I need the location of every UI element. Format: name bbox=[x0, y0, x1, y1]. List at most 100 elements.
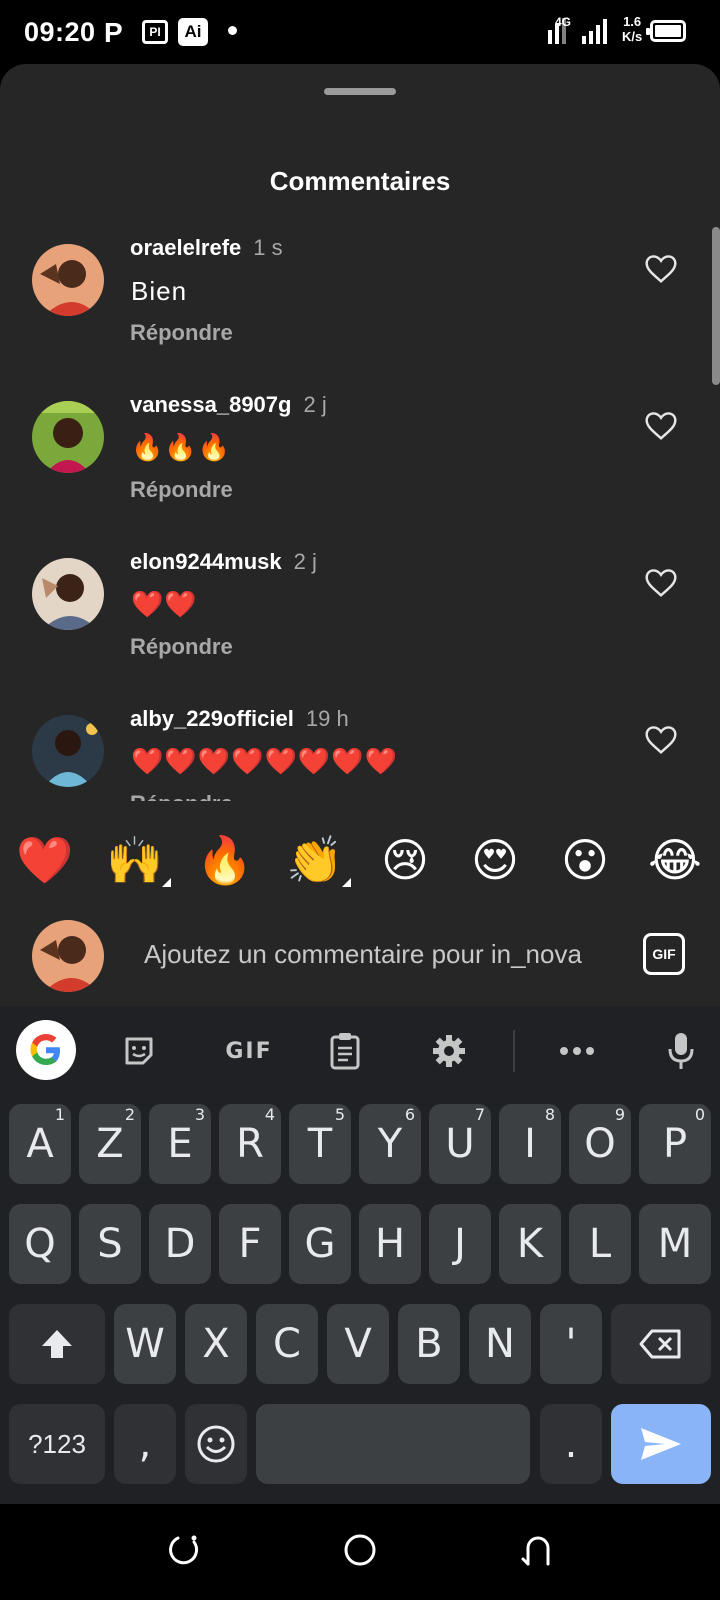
comment-text: ❤️❤️❤️❤️❤️❤️❤️❤️ bbox=[131, 747, 398, 777]
keyboard: GIF A1 Z2 E3 R4 T5 Y6 U7 I8 O9 P0 Q S D … bbox=[0, 1006, 720, 1504]
status-time: 09:20 bbox=[24, 17, 96, 47]
comment-input[interactable] bbox=[144, 932, 614, 976]
key-e[interactable]: E3 bbox=[149, 1104, 211, 1184]
reply-button[interactable]: Répondre bbox=[130, 634, 233, 660]
reply-button[interactable]: Répondre bbox=[130, 320, 233, 346]
settings-gear-icon[interactable] bbox=[422, 1024, 476, 1078]
key-o[interactable]: O9 bbox=[569, 1104, 631, 1184]
quick-reactions-bar: ❤️ 🙌 🔥 👏 😢 😍 😮 😂 bbox=[0, 808, 720, 892]
comment-username[interactable]: alby_229officiel 19 h bbox=[130, 706, 349, 732]
smiley-icon bbox=[197, 1425, 235, 1463]
key-apostrophe[interactable]: ' bbox=[540, 1304, 602, 1384]
like-heart-icon[interactable] bbox=[644, 725, 678, 755]
reaction-heart-eyes-emoji[interactable]: 😍 bbox=[463, 828, 527, 892]
home-circle-icon[interactable] bbox=[342, 1532, 378, 1568]
avatar[interactable] bbox=[32, 715, 104, 787]
key-z[interactable]: Z2 bbox=[79, 1104, 141, 1184]
key-a[interactable]: A1 bbox=[9, 1104, 71, 1184]
sheet-drag-handle[interactable] bbox=[324, 88, 396, 95]
key-f[interactable]: F bbox=[219, 1204, 281, 1284]
key-w[interactable]: W bbox=[114, 1304, 176, 1384]
back-icon[interactable] bbox=[520, 1532, 556, 1568]
key-h[interactable]: H bbox=[359, 1204, 421, 1284]
like-heart-icon[interactable] bbox=[644, 411, 678, 441]
backspace-icon bbox=[639, 1329, 681, 1359]
avatar[interactable] bbox=[32, 244, 104, 316]
comment-time: 2 j bbox=[293, 549, 317, 574]
comment-time: 19 h bbox=[305, 706, 349, 731]
ai-app-icon: Ai bbox=[178, 18, 208, 46]
comment-text: Bien bbox=[131, 276, 188, 306]
microphone-icon[interactable] bbox=[654, 1024, 708, 1078]
comment-item: vanessa_8907g 2 j 🔥🔥🔥 Répondre bbox=[0, 383, 720, 543]
key-b[interactable]: B bbox=[398, 1304, 460, 1384]
symbols-key[interactable]: ?123 bbox=[9, 1404, 105, 1484]
reaction-fire-emoji[interactable]: 🔥 bbox=[193, 828, 257, 892]
key-r[interactable]: R4 bbox=[219, 1104, 281, 1184]
key-j[interactable]: J bbox=[429, 1204, 491, 1284]
key-y[interactable]: Y6 bbox=[359, 1104, 421, 1184]
reaction-clapping-emoji[interactable]: 👏 bbox=[283, 828, 347, 892]
keyboard-toolbar: GIF bbox=[0, 1006, 720, 1098]
google-search-button[interactable] bbox=[16, 1020, 76, 1080]
key-s[interactable]: S bbox=[79, 1204, 141, 1284]
key-t[interactable]: T5 bbox=[289, 1104, 351, 1184]
comments-list[interactable]: oraelelrefe 1 s Bien Répondre vanessa_890… bbox=[0, 226, 720, 801]
avatar[interactable] bbox=[32, 558, 104, 630]
key-c[interactable]: C bbox=[256, 1304, 318, 1384]
key-g[interactable]: G bbox=[289, 1204, 351, 1284]
reaction-laughing-emoji[interactable]: 😂 bbox=[643, 828, 707, 892]
like-heart-icon[interactable] bbox=[644, 568, 678, 598]
comment-time: 1 s bbox=[253, 235, 283, 260]
key-m[interactable]: M bbox=[639, 1204, 711, 1284]
key-i[interactable]: I8 bbox=[499, 1104, 561, 1184]
reply-button[interactable]: Répondre bbox=[130, 791, 233, 801]
key-d[interactable]: D bbox=[149, 1204, 211, 1284]
comment-time: 2 j bbox=[303, 392, 327, 417]
like-heart-icon[interactable] bbox=[644, 254, 678, 284]
emoji-key[interactable] bbox=[185, 1404, 247, 1484]
skin-tone-indicator-icon bbox=[342, 878, 351, 887]
avatar[interactable] bbox=[32, 401, 104, 473]
comment-username[interactable]: oraelelrefe 1 s bbox=[130, 235, 283, 261]
key-u[interactable]: U7 bbox=[429, 1104, 491, 1184]
sticker-icon[interactable] bbox=[112, 1024, 166, 1078]
comment-username[interactable]: elon9244musk 2 j bbox=[130, 549, 317, 575]
spacebar-key[interactable] bbox=[256, 1404, 530, 1484]
key-p[interactable]: P0 bbox=[639, 1104, 711, 1184]
send-arrow-icon bbox=[641, 1428, 681, 1460]
more-options-icon[interactable] bbox=[550, 1024, 604, 1078]
clipboard-icon[interactable] bbox=[318, 1024, 372, 1078]
key-l[interactable]: L bbox=[569, 1204, 631, 1284]
recent-apps-icon[interactable] bbox=[166, 1532, 202, 1568]
signal-strength-icon bbox=[582, 18, 607, 44]
keyboard-gif-button[interactable]: GIF bbox=[214, 1024, 284, 1078]
key-k[interactable]: K bbox=[499, 1204, 561, 1284]
skin-tone-indicator-icon bbox=[162, 878, 171, 887]
reaction-heart-emoji[interactable]: ❤️ bbox=[13, 828, 77, 892]
parking-app-icon: P bbox=[104, 17, 123, 48]
send-key[interactable] bbox=[611, 1404, 711, 1484]
network-speed: 1.6 K/s bbox=[622, 14, 643, 44]
period-key[interactable]: . bbox=[540, 1404, 602, 1484]
battery-icon bbox=[646, 20, 686, 42]
comment-composer: GIF bbox=[0, 912, 720, 1006]
shift-arrow-icon bbox=[42, 1330, 72, 1358]
key-v[interactable]: V bbox=[327, 1304, 389, 1384]
reaction-raised-hands-emoji[interactable]: 🙌 bbox=[103, 828, 167, 892]
signal-4g-icon bbox=[548, 18, 566, 44]
reply-button[interactable]: Répondre bbox=[130, 477, 233, 503]
comment-item: alby_229officiel19 h ❤️❤️❤️❤️❤️❤️❤️❤️ Ré… bbox=[0, 697, 720, 801]
avatar bbox=[32, 920, 104, 992]
reaction-crying-emoji[interactable]: 😢 bbox=[373, 828, 437, 892]
key-q[interactable]: Q bbox=[9, 1204, 71, 1284]
comment-username[interactable]: vanessa_8907g 2 j bbox=[130, 392, 327, 418]
key-x[interactable]: X bbox=[185, 1304, 247, 1384]
shift-key[interactable] bbox=[9, 1304, 105, 1384]
gif-button[interactable]: GIF bbox=[643, 933, 685, 975]
comma-key[interactable]: , bbox=[114, 1404, 176, 1484]
key-n[interactable]: N bbox=[469, 1304, 531, 1384]
reaction-surprised-emoji[interactable]: 😮 bbox=[553, 828, 617, 892]
backspace-key[interactable] bbox=[611, 1304, 711, 1384]
comment-item: oraelelrefe 1 s Bien Répondre bbox=[0, 226, 720, 386]
